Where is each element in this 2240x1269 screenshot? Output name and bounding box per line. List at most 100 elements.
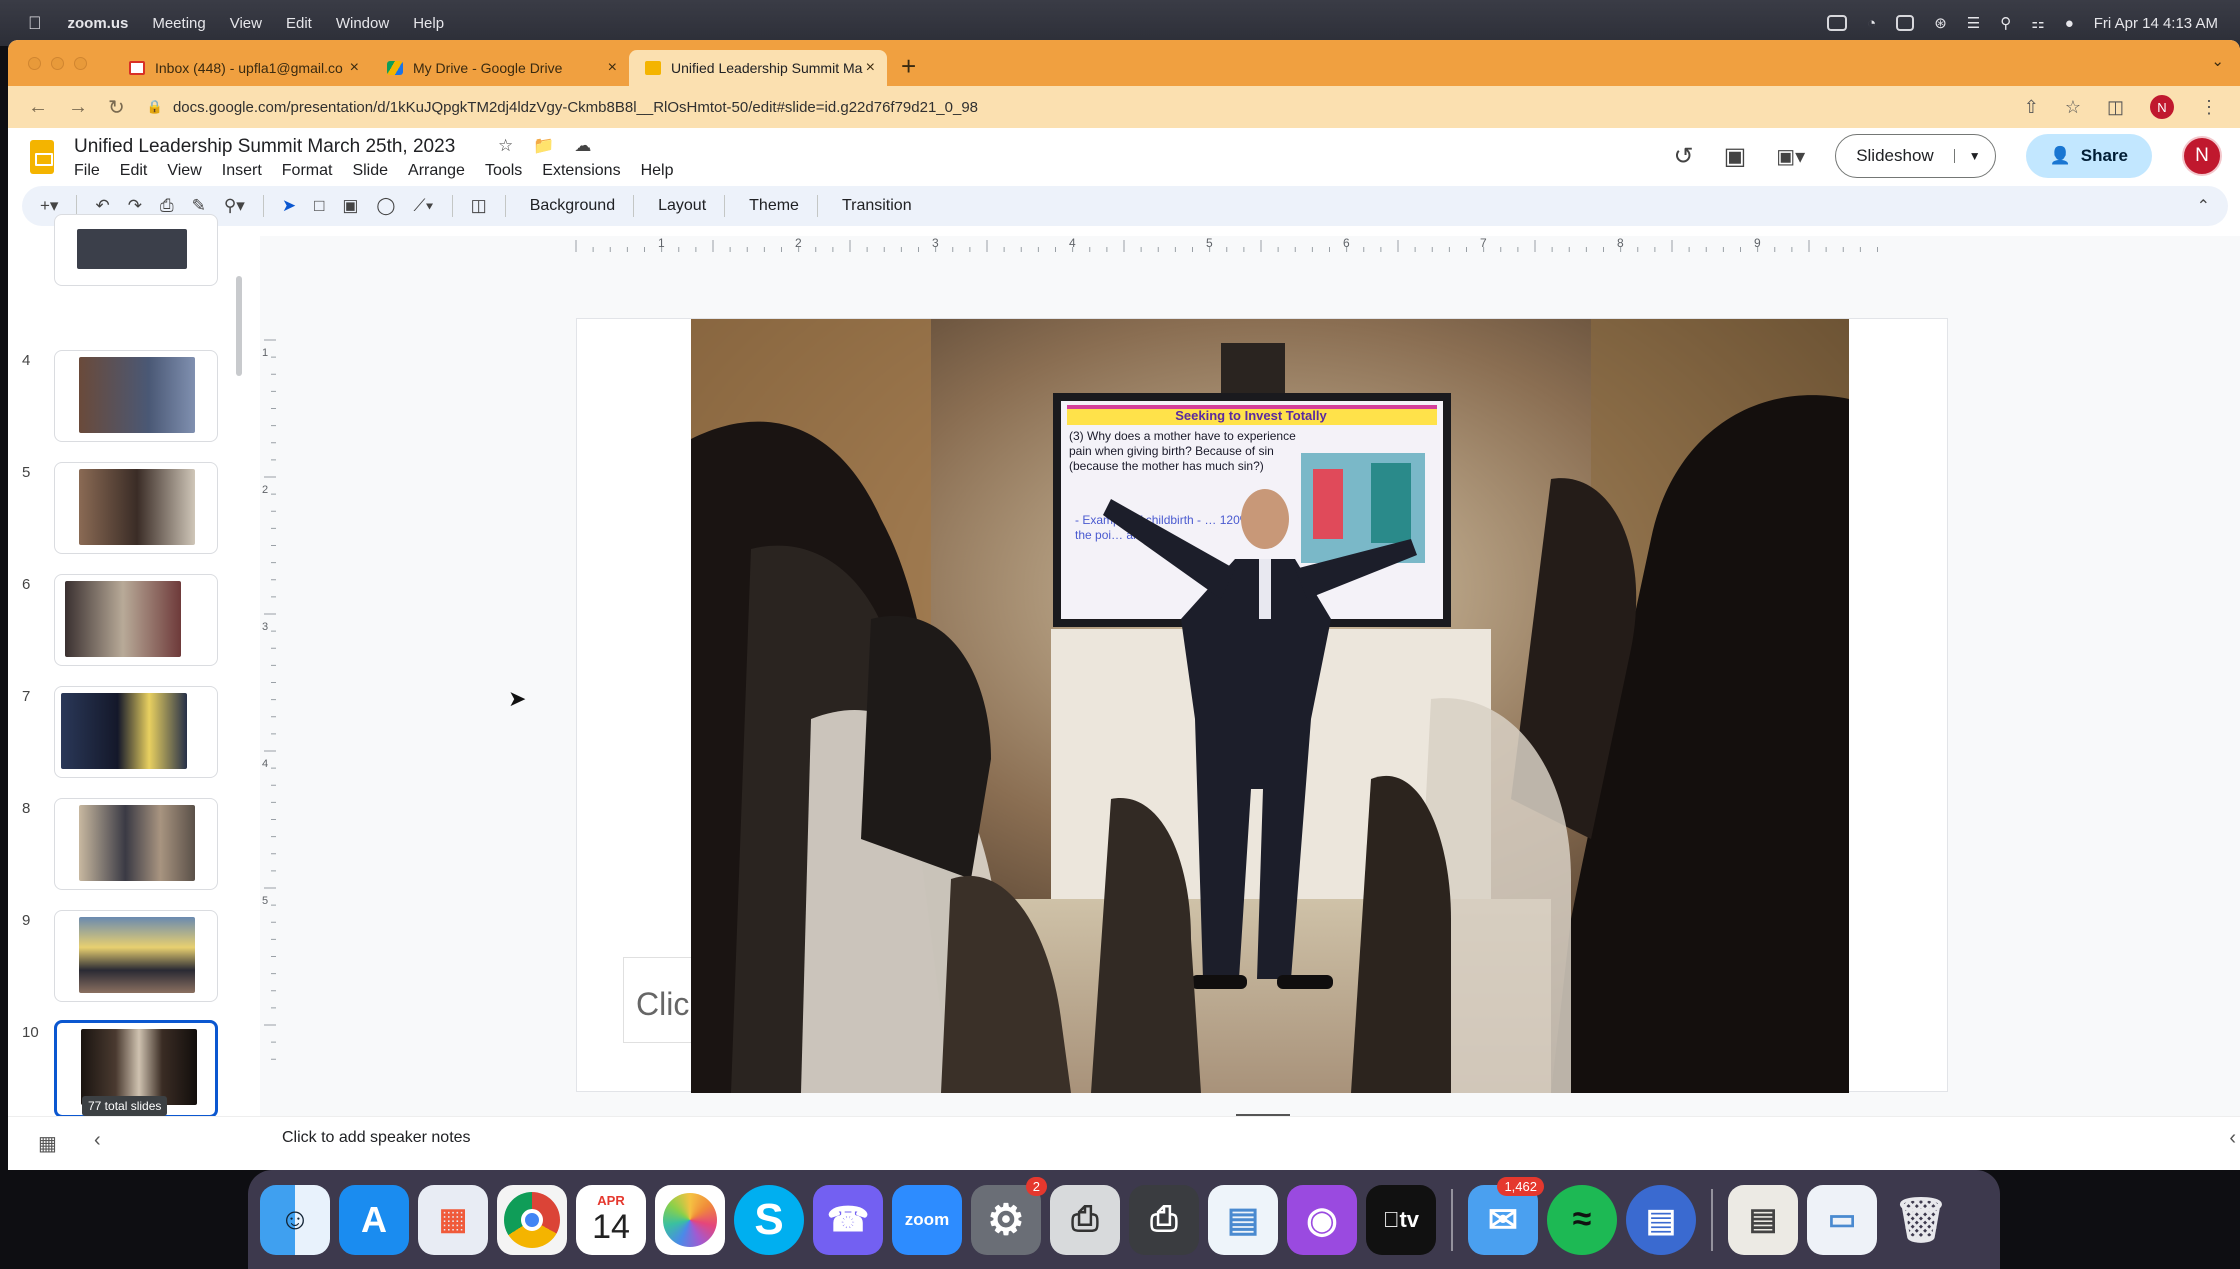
system-settings-icon[interactable]: ⚙ 2: [971, 1176, 1047, 1255]
share-page-icon[interactable]: ⇧: [2024, 97, 2039, 118]
menubar-item-view[interactable]: View: [230, 15, 262, 32]
profile-avatar[interactable]: N: [2150, 95, 2174, 119]
focus-icon[interactable]: ◔: [1867, 15, 1876, 32]
star-icon[interactable]: ☆: [498, 136, 513, 156]
share-button[interactable]: 👤 Share: [2025, 134, 2152, 178]
bluetooth-icon[interactable]: ⊛: [1934, 14, 1947, 32]
viber-icon[interactable]: ☎: [813, 1184, 883, 1255]
close-window-button[interactable]: [28, 57, 41, 70]
zoom-icon[interactable]: ⚲▾: [224, 196, 245, 216]
document-title[interactable]: Unified Leadership Summit March 25th, 20…: [74, 136, 455, 158]
slide-photo[interactable]: Seeking to Invest Totally (3) Why does a…: [691, 319, 1849, 1093]
theme-button[interactable]: Theme: [749, 197, 799, 215]
window-thumbnail-icon[interactable]: ▭: [1807, 1184, 1877, 1255]
apple-tv-icon[interactable]: tv: [1366, 1184, 1436, 1255]
slideshow-button[interactable]: Slideshow: [1836, 146, 1953, 166]
menubar-app-name[interactable]: zoom.us: [68, 15, 129, 32]
trash-icon[interactable]: 🗑: [1886, 1185, 1956, 1255]
chrome-icon[interactable]: [497, 1184, 567, 1255]
calendar-icon[interactable]: APR 14: [576, 1184, 646, 1255]
menu-view[interactable]: View: [167, 162, 201, 180]
skype-icon[interactable]: S: [734, 1184, 804, 1255]
printer-icon[interactable]: ⎙: [1129, 1184, 1199, 1255]
collapse-menus-icon[interactable]: ⌃: [2197, 196, 2210, 216]
slides-logo-icon[interactable]: [30, 140, 54, 174]
menubar-item-help[interactable]: Help: [413, 15, 444, 32]
tab-search-icon[interactable]: ⌄: [2211, 52, 2224, 70]
paint-format-icon[interactable]: ✎: [192, 196, 206, 216]
print-icon[interactable]: ⎙: [160, 196, 174, 216]
version-history-icon[interactable]: ↺: [1673, 142, 1693, 171]
control-center-icon[interactable]: ⚏: [2031, 14, 2044, 32]
menubar-item-meeting[interactable]: Meeting: [152, 15, 205, 32]
url-field[interactable]: 🔒 docs.google.com/presentation/d/1kKuJQp…: [147, 99, 978, 116]
side-panel-icon[interactable]: ◫: [2107, 97, 2124, 118]
close-tab-icon[interactable]: ×: [866, 59, 875, 77]
launchpad-icon[interactable]: ▦: [418, 1184, 488, 1255]
siri-icon[interactable]: ●: [2065, 15, 2074, 32]
menu-format[interactable]: Format: [282, 162, 333, 180]
menu-slide[interactable]: Slide: [352, 162, 388, 180]
close-tab-icon[interactable]: ×: [608, 59, 617, 77]
tab-gmail[interactable]: Inbox (448) - upfla1@gmail.co ×: [113, 50, 371, 86]
spotify-icon[interactable]: ≈: [1547, 1184, 1617, 1255]
menubar-item-window[interactable]: Window: [336, 15, 389, 32]
slide-thumbnail[interactable]: [54, 350, 218, 442]
menu-edit[interactable]: Edit: [120, 162, 148, 180]
title-placeholder[interactable]: Clic: [623, 957, 695, 1043]
bookmark-star-icon[interactable]: ☆: [2065, 97, 2081, 118]
account-avatar[interactable]: N: [2182, 136, 2222, 176]
filmstrip-scrollbar[interactable]: [236, 276, 242, 376]
new-slide-icon[interactable]: +▾: [40, 196, 58, 216]
slide-thumbnail[interactable]: [54, 574, 218, 666]
side-panel-toggle-icon[interactable]: ‹: [2229, 1127, 2236, 1150]
move-folder-icon[interactable]: 📁: [533, 136, 554, 156]
language-icon[interactable]: [1896, 15, 1915, 31]
document-stack-icon[interactable]: ▤: [1728, 1184, 1798, 1255]
app-store-icon[interactable]: A: [339, 1184, 409, 1255]
slideshow-dropdown-icon[interactable]: ▼: [1953, 149, 1995, 163]
back-icon[interactable]: ←: [28, 96, 48, 119]
slide-thumbnail[interactable]: [54, 910, 218, 1002]
tab-google-slides[interactable]: Unified Leadership Summit Ma ×: [629, 50, 887, 86]
undo-icon[interactable]: ↶: [95, 196, 109, 216]
text-box-icon[interactable]: □: [314, 196, 324, 216]
transition-button[interactable]: Transition: [842, 197, 912, 215]
reload-icon[interactable]: ↻: [108, 95, 125, 120]
comments-icon[interactable]: ▣: [1724, 142, 1747, 171]
collapse-filmstrip-icon[interactable]: ‹: [94, 1129, 101, 1152]
meet-camera-icon[interactable]: ▣▾: [1776, 144, 1805, 169]
new-tab-button[interactable]: +: [901, 51, 916, 82]
layout-button[interactable]: Layout: [658, 197, 706, 215]
mail-icon[interactable]: ✉ 1,462: [1468, 1176, 1544, 1255]
background-button[interactable]: Background: [530, 197, 615, 215]
podcasts-icon[interactable]: ◉: [1287, 1184, 1357, 1255]
photos-icon[interactable]: [655, 1184, 725, 1255]
grid-view-icon[interactable]: ▦: [38, 1131, 57, 1156]
forward-icon[interactable]: →: [68, 96, 88, 119]
wifi-icon[interactable]: ☰: [1967, 14, 1980, 32]
menu-insert[interactable]: Insert: [222, 162, 262, 180]
zoom-icon[interactable]: zoom: [892, 1184, 962, 1255]
line-icon[interactable]: ⟋▾: [413, 196, 433, 216]
menu-help[interactable]: Help: [641, 162, 674, 180]
menu-file[interactable]: File: [74, 162, 100, 180]
slide-thumbnail[interactable]: [54, 214, 218, 286]
minimize-window-button[interactable]: [51, 57, 64, 70]
spotlight-search-icon[interactable]: ⚲: [2000, 14, 2011, 32]
menubar-item-edit[interactable]: Edit: [286, 15, 312, 32]
preview-icon[interactable]: ▤: [1208, 1184, 1278, 1255]
menu-tools[interactable]: Tools: [485, 162, 522, 180]
speaker-notes-field[interactable]: Click to add speaker notes: [282, 1129, 471, 1147]
add-comment-icon[interactable]: ◫: [471, 196, 487, 216]
menu-extensions[interactable]: Extensions: [542, 162, 620, 180]
slide-thumbnail[interactable]: [54, 462, 218, 554]
redo-icon[interactable]: ↷: [128, 196, 142, 216]
menu-arrange[interactable]: Arrange: [408, 162, 465, 180]
scanner-icon[interactable]: ⎙: [1050, 1184, 1120, 1255]
slide-canvas-area[interactable]: 123456789 12345 Clic Seeking to Invest T…: [260, 236, 2240, 1117]
tab-google-drive[interactable]: My Drive - Google Drive ×: [371, 50, 629, 86]
browser-menu-icon[interactable]: ⋮: [2200, 97, 2218, 118]
select-tool-icon[interactable]: ➤: [282, 196, 296, 216]
cloud-saved-icon[interactable]: ☁: [574, 136, 591, 156]
